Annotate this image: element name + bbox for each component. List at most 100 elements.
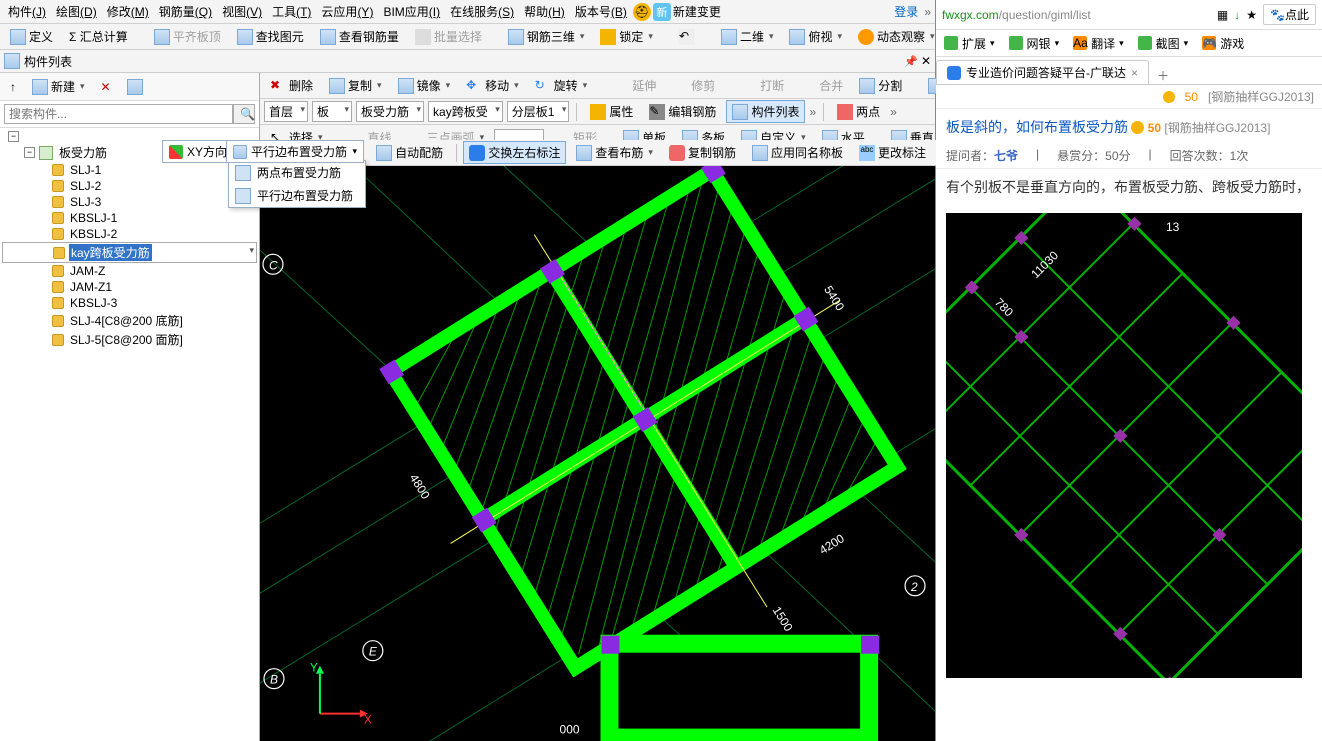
properties-button[interactable]: 属性 bbox=[584, 100, 639, 123]
menu-cloud[interactable]: 云应用(Y) bbox=[317, 1, 377, 22]
tree-item[interactable]: KBSLJ-1 bbox=[2, 210, 257, 226]
menu-online[interactable]: 在线服务(S) bbox=[446, 1, 518, 22]
menu-overflow-icon[interactable]: » bbox=[924, 5, 931, 19]
cad-viewport[interactable]: 4800 5400 5400 4200 1500 bbox=[260, 151, 935, 741]
move-tool[interactable]: ✥移动 bbox=[460, 74, 525, 97]
menu-parallel-edge-layout[interactable]: 平行边布置受力筋 bbox=[229, 184, 365, 207]
ext-screenshot[interactable]: 截图▾ bbox=[1138, 35, 1189, 52]
rotate-tool[interactable]: ↻旋转 bbox=[529, 74, 594, 97]
click-btn[interactable]: 🐾点此 bbox=[1263, 4, 1316, 25]
menu-bim[interactable]: BIM应用(I) bbox=[379, 1, 444, 22]
lock-icon[interactable]: ▦ bbox=[1217, 8, 1228, 22]
sum-button[interactable]: Σ 汇总计算 bbox=[63, 25, 134, 48]
define-button[interactable]: 定义 bbox=[4, 25, 59, 48]
copy-button[interactable] bbox=[121, 75, 149, 98]
xy-direction-popup[interactable]: XY方向 bbox=[162, 140, 234, 163]
menu-view[interactable]: 视图(V) bbox=[218, 1, 266, 22]
asker-link[interactable]: 七爷 bbox=[994, 149, 1018, 163]
menu-rebarqty[interactable]: 钢筋量(Q) bbox=[155, 1, 216, 22]
item-select[interactable]: kay跨板受 bbox=[428, 101, 503, 122]
batch-select-button[interactable]: 批量选择 bbox=[409, 25, 488, 48]
new-tab-button[interactable]: ＋ bbox=[1153, 67, 1173, 84]
question-category[interactable]: [钢筋抽样GGJ2013] bbox=[1164, 121, 1270, 135]
tree-item[interactable]: SLJ-4[C8@200 底筋] bbox=[2, 311, 257, 330]
delete-tool[interactable]: ✖删除 bbox=[264, 74, 319, 97]
prev-cat[interactable]: [钢筋抽样GGJ2013] bbox=[1208, 88, 1314, 105]
mirror-tool[interactable]: 镜像 bbox=[392, 74, 457, 97]
url-text[interactable]: fwxgx.com/question/giml/list bbox=[942, 8, 1091, 22]
ext-bank[interactable]: 网银▾ bbox=[1009, 35, 1060, 52]
category-select[interactable]: 板 bbox=[312, 101, 352, 122]
tree-item[interactable]: JAM-Z bbox=[2, 263, 257, 279]
hardhat-icon[interactable]: ⛑ bbox=[633, 3, 651, 21]
floor-select[interactable]: 首层 bbox=[264, 101, 308, 122]
tree-item[interactable]: SLJ-1 bbox=[2, 162, 257, 178]
question-title-link[interactable]: 板是斜的，如何布置板受力筋 bbox=[946, 119, 1128, 135]
nav-up-button[interactable]: ↑ bbox=[4, 75, 22, 98]
component-tree[interactable]: − −板受力筋 SLJ-1 SLJ-2 SLJ-3 KBSLJ-1 KBSLJ-… bbox=[0, 128, 259, 741]
two-point-button[interactable]: 两点 bbox=[831, 100, 886, 123]
ext-translate[interactable]: Aa翻译▾ bbox=[1073, 35, 1124, 52]
find-element-button[interactable]: 查找图元 bbox=[231, 25, 310, 48]
split-tool[interactable]: 分割 bbox=[853, 74, 908, 97]
subcategory-select[interactable]: 板受力筋 bbox=[356, 101, 424, 122]
tree-item[interactable]: SLJ-3 bbox=[2, 194, 257, 210]
menu-version[interactable]: 版本号(B) bbox=[571, 1, 631, 22]
new-button[interactable]: 新建 bbox=[26, 75, 91, 98]
menu-modify[interactable]: 修改(M) bbox=[103, 1, 153, 22]
view-top-button[interactable]: 俯视 bbox=[783, 25, 848, 48]
svg-text:X: X bbox=[364, 713, 372, 727]
tree-item-selected[interactable]: kay跨板受力筋 bbox=[2, 242, 257, 263]
ext-extensions[interactable]: 扩展▾ bbox=[944, 35, 995, 52]
edit-rebar-button[interactable]: ✎编辑钢筋 bbox=[643, 100, 722, 123]
check-rebar-button[interactable]: 查看钢筋量 bbox=[314, 25, 405, 48]
ext-game[interactable]: 🎮游戏 bbox=[1202, 35, 1244, 52]
swap-label-button[interactable]: 交换左右标注 bbox=[463, 141, 566, 164]
menu-two-point-layout[interactable]: 两点布置受力筋 bbox=[229, 161, 365, 184]
same-name-button[interactable]: 应用同名称板 bbox=[746, 141, 849, 164]
menu-help[interactable]: 帮助(H) bbox=[520, 1, 569, 22]
menu-component[interactable]: 构件(J) bbox=[4, 1, 50, 22]
browser-tab[interactable]: 专业造价问题答疑平台-广联达 × bbox=[936, 60, 1149, 84]
relabel-button[interactable]: abc更改标注 bbox=[853, 141, 932, 164]
tree-item[interactable]: SLJ-5[C8@200 面筋] bbox=[2, 330, 257, 349]
toolbar-overflow-icon[interactable]: » bbox=[809, 105, 816, 119]
search-button[interactable]: 🔍 bbox=[233, 104, 255, 124]
merge-tool[interactable]: 合并 bbox=[794, 74, 849, 97]
question-image[interactable]: 13 11030 780 bbox=[946, 213, 1302, 678]
orbit-button[interactable]: 动态观察 bbox=[852, 25, 941, 48]
delete-button[interactable]: ✕ bbox=[95, 75, 117, 98]
level-top-button[interactable]: 平齐板顶 bbox=[148, 25, 227, 48]
view-2d-button[interactable]: 二维 bbox=[715, 25, 780, 48]
copy-tool[interactable]: 复制 bbox=[323, 74, 388, 97]
component-list-button[interactable]: 构件列表 bbox=[726, 100, 805, 123]
pin-icon[interactable]: 📌 bbox=[904, 55, 918, 68]
newchange-icon[interactable]: 新 bbox=[653, 3, 671, 21]
view-rebar-button[interactable]: 查看布筋 bbox=[570, 141, 659, 164]
trim-tool[interactable]: 修剪 bbox=[666, 74, 721, 97]
lock-button[interactable]: 锁定 bbox=[594, 25, 659, 48]
login-link[interactable]: 登录 bbox=[894, 3, 918, 20]
tree-item[interactable]: KBSLJ-3 bbox=[2, 295, 257, 311]
auto-rebar-button[interactable]: 自动配筋 bbox=[370, 141, 449, 164]
layer-select[interactable]: 分层板1 bbox=[507, 101, 570, 122]
tree-item[interactable]: KBSLJ-2 bbox=[2, 226, 257, 242]
copy-rebar-button[interactable]: 复制钢筋 bbox=[663, 141, 742, 164]
drawing-canvas[interactable]: 4800 5400 5400 4200 1500 bbox=[260, 151, 935, 741]
rebar3d-button[interactable]: 钢筋三维 bbox=[502, 25, 591, 48]
break-tool[interactable]: 打断 bbox=[735, 74, 790, 97]
menu-tools[interactable]: 工具(T) bbox=[268, 1, 315, 22]
undo-button[interactable]: ↶ bbox=[673, 26, 701, 48]
menu-draw[interactable]: 绘图(D) bbox=[52, 1, 101, 22]
parallel-edge-dropdown[interactable]: 平行边布置受力筋 ▾ bbox=[226, 140, 364, 163]
panel-close-icon[interactable]: ✕ bbox=[921, 54, 931, 68]
tree-item[interactable]: JAM-Z1 bbox=[2, 279, 257, 295]
extend-tool[interactable]: 延伸 bbox=[607, 74, 662, 97]
search-input[interactable] bbox=[4, 104, 233, 124]
favorite-icon[interactable]: ★ bbox=[1246, 8, 1257, 22]
toolbar-overflow-icon[interactable]: » bbox=[890, 105, 897, 119]
tab-close-icon[interactable]: × bbox=[1131, 66, 1138, 80]
rebar-icon bbox=[52, 297, 64, 309]
newchange-label[interactable]: 新建变更 bbox=[673, 3, 721, 20]
tree-item[interactable]: SLJ-2 bbox=[2, 178, 257, 194]
